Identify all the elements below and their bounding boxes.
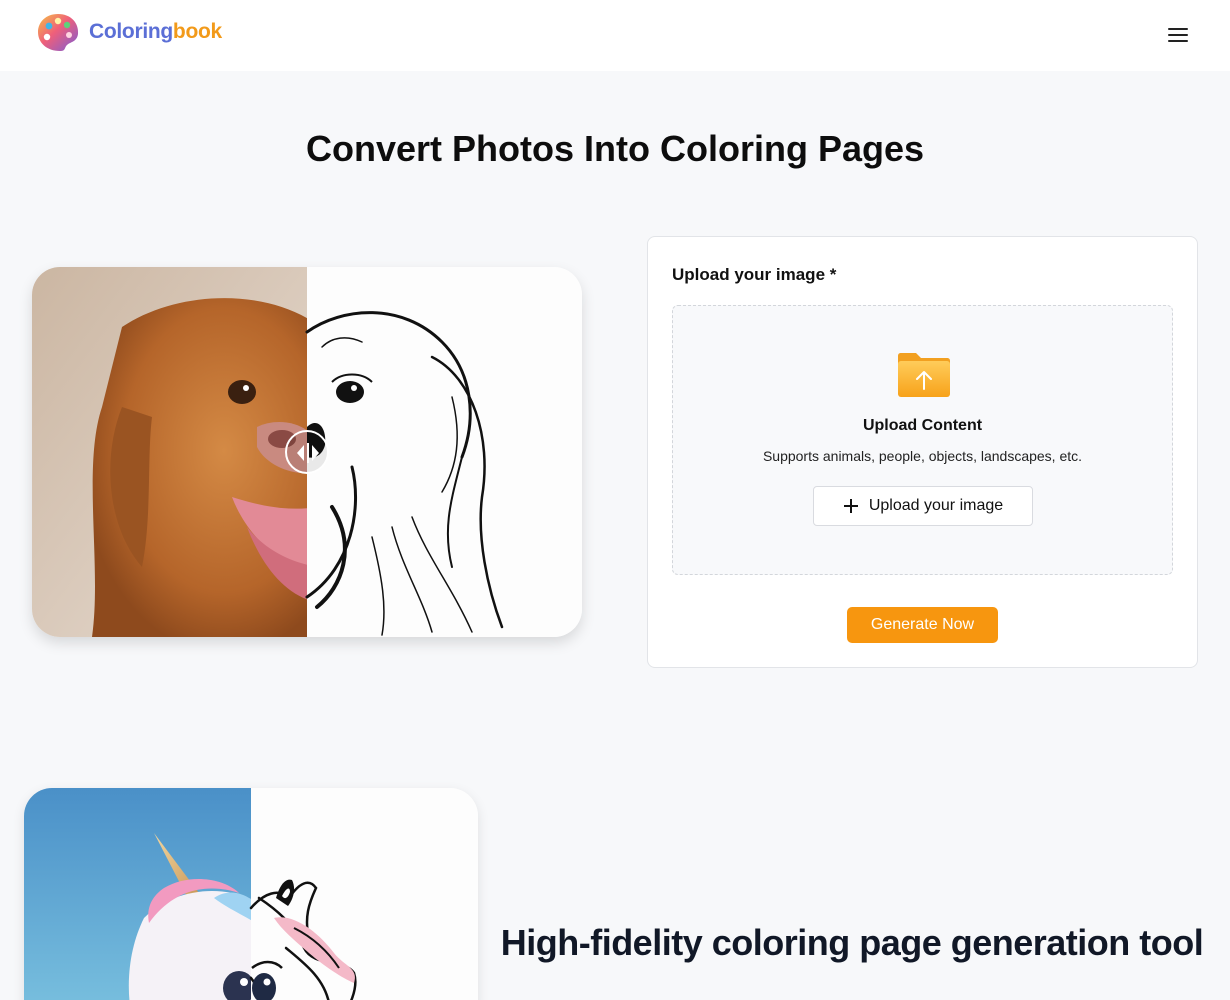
site-logo[interactable]: Coloringbook (36, 12, 222, 52)
unicorn-comparison-image[interactable] (24, 788, 478, 1000)
upload-dropzone[interactable]: Upload Content Supports animals, people,… (672, 305, 1173, 575)
palette-logo-icon (38, 14, 79, 51)
generate-now-button[interactable]: Generate Now (847, 607, 998, 643)
upload-field-label: Upload your image * (672, 265, 837, 284)
site-header: Coloringbook (0, 0, 1230, 71)
logo-word-book: book (172, 20, 222, 43)
plus-icon (843, 499, 858, 513)
logo-word-coloring: Coloring (89, 20, 173, 43)
hamburger-menu-icon[interactable] (1165, 25, 1191, 47)
dropzone-title: Upload Content (862, 417, 983, 434)
before-after-slider[interactable] (32, 267, 582, 637)
slider-handle[interactable] (285, 430, 329, 474)
dropzone-subtitle: Supports animals, people, objects, lands… (762, 448, 1083, 464)
folder-upload-icon (898, 353, 950, 397)
unicorn-image (24, 788, 478, 1000)
upload-button-label: Upload your image (868, 497, 1004, 514)
upload-image-button[interactable]: Upload your image (813, 486, 1033, 526)
logo-wordmark: Coloringbook (89, 20, 222, 44)
upload-panel: Upload your image * Upload Content Suppo… (647, 236, 1198, 668)
drag-arrows-icon (297, 443, 319, 463)
page-title: Convert Photos Into Coloring Pages (305, 128, 925, 169)
feature-heading: High-fidelity coloring page generation t… (500, 922, 1204, 963)
